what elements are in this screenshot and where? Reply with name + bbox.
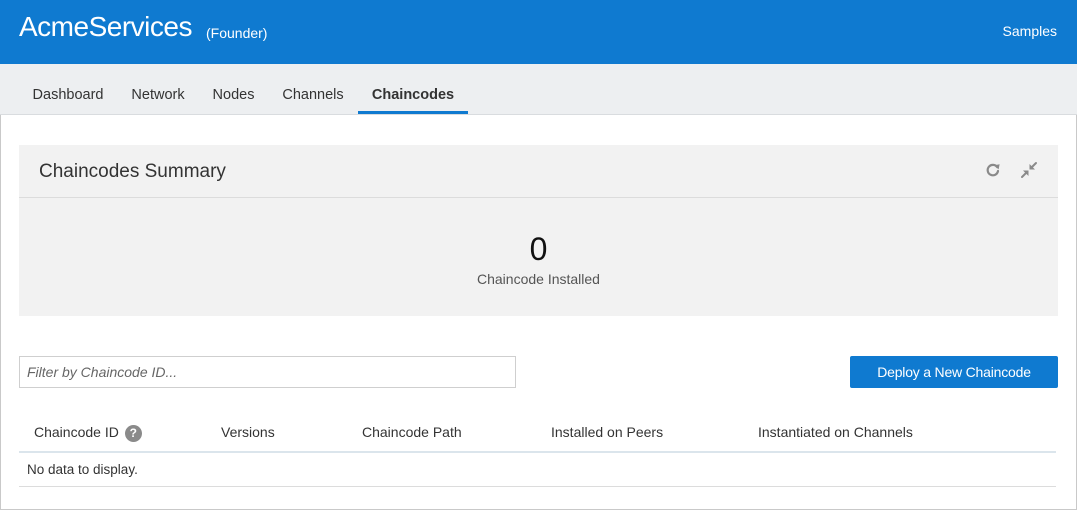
empty-table-message: No data to display.	[27, 462, 138, 477]
column-versions[interactable]: Versions	[221, 424, 275, 440]
column-chaincode-path[interactable]: Chaincode Path	[362, 424, 462, 440]
chaincodes-summary-panel: Chaincodes Summary 0 Chaincode Installed	[19, 145, 1058, 316]
chaincode-filter-input[interactable]	[19, 356, 516, 388]
active-tab-indicator	[358, 111, 468, 114]
samples-link[interactable]: Samples	[1003, 23, 1057, 39]
summary-title: Chaincodes Summary	[39, 161, 226, 182]
tab-channels[interactable]: Channels	[271, 64, 355, 114]
column-label: Chaincode ID	[34, 424, 119, 440]
chaincode-count-caption: Chaincode Installed	[477, 271, 600, 287]
chaincode-count: 0	[529, 231, 548, 267]
tab-chaincodes[interactable]: Chaincodes	[358, 64, 468, 114]
column-installed-on-peers[interactable]: Installed on Peers	[551, 424, 663, 440]
tab-bar: Dashboard Network Nodes Channels Chainco…	[0, 64, 1077, 115]
column-instantiated-on-channels[interactable]: Instantiated on Channels	[758, 424, 913, 440]
deploy-chaincode-button[interactable]: Deploy a New Chaincode	[850, 356, 1058, 388]
app-header: AcmeServices (Founder) Samples	[0, 0, 1077, 64]
table-header: Chaincode ID? Versions Chaincode Path In…	[19, 411, 1056, 453]
app-title: AcmeServices	[19, 11, 192, 42]
refresh-icon[interactable]	[982, 159, 1004, 181]
collapse-icon[interactable]	[1018, 159, 1040, 181]
question-circle-icon[interactable]: ?	[124, 425, 142, 442]
column-chaincode-id[interactable]: Chaincode ID?	[34, 424, 142, 442]
table-body: No data to display.	[19, 453, 1056, 487]
summary-header: Chaincodes Summary	[19, 145, 1058, 198]
tab-nodes[interactable]: Nodes	[201, 64, 266, 114]
user-role: (Founder)	[206, 25, 268, 41]
tab-network[interactable]: Network	[119, 64, 197, 114]
tab-dashboard[interactable]: Dashboard	[20, 64, 116, 114]
